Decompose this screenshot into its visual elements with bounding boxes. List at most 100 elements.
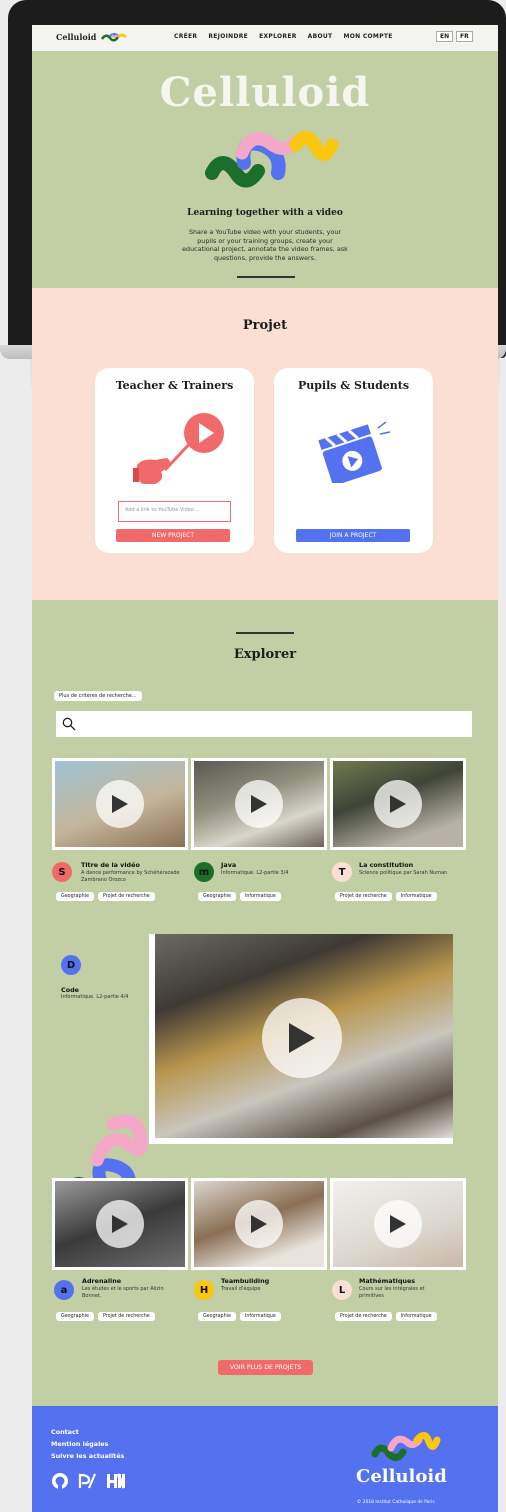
video-thumbnail-3[interactable] [330, 758, 466, 850]
nav-menu: CRÉER REJOINDRE EXPLORER ABOUT MON COMPT… [174, 33, 393, 40]
tag[interactable]: Geographie [198, 1312, 236, 1321]
see-more-projects-button[interactable]: VOIR PLUS DE PROJETS [218, 1360, 313, 1375]
play-button-1[interactable] [96, 780, 144, 828]
hacker-news-icon[interactable] [105, 1472, 125, 1490]
nav-item-about[interactable]: ABOUT [308, 33, 333, 40]
copyright: © 2018 Institut Catholique de Paris [357, 1500, 435, 1505]
hero-subtitle: Learning together with a video [187, 208, 343, 218]
projet-title: Projet [242, 318, 288, 333]
explorer-section: Explorer Plus de critères de recherche..… [32, 600, 498, 1406]
video-description: A dance performance by Schéhérazade Zamb… [81, 870, 180, 883]
explorer-title: Explorer [233, 647, 297, 662]
avatar: D [61, 955, 81, 975]
p2-icon[interactable] [77, 1472, 97, 1490]
avatar: m [194, 862, 214, 882]
footer: Contact Mention légales Suivre les actua… [32, 1406, 498, 1512]
tag[interactable]: Projet de recherche [97, 892, 155, 901]
pointer-hand-icon [133, 413, 224, 484]
logo-wave-icon [100, 33, 127, 42]
play-icon [390, 795, 406, 813]
tag[interactable]: Informatique [395, 892, 437, 901]
video-thumbnail-1[interactable] [52, 758, 188, 850]
teacher-card: Teacher & Trainers Add a link to YouTube… [95, 368, 254, 553]
avatar: T [332, 862, 352, 882]
video-description: Les études et le sports par Alizin Bonne… [82, 1286, 164, 1299]
featured-video-description: Informatique. L2-partie 4/4 [61, 994, 129, 1000]
footer-logo[interactable]: Celluloid [356, 1466, 447, 1487]
play-button-4[interactable] [96, 1200, 144, 1248]
tag-list: Geographie Informatique [198, 1312, 281, 1321]
video-description: Travail d'équipe [221, 1286, 261, 1292]
featured-play-button[interactable] [262, 998, 342, 1078]
video-description: Cours sur les intégrales et primitives [359, 1286, 425, 1299]
tag[interactable]: Geographie [56, 892, 94, 901]
video-thumbnail-4[interactable] [52, 1178, 188, 1270]
join-project-button[interactable]: JOIN A PROJECT [296, 529, 410, 542]
celluloid-wave-illustration [205, 131, 339, 188]
footer-wave-icon [371, 1432, 441, 1461]
video-thumbnail-5[interactable] [191, 1178, 327, 1270]
avatar: L [332, 1280, 352, 1300]
video-thumbnail-2[interactable] [191, 758, 327, 850]
projet-section: Projet Teacher & Trainers Add a link to … [32, 276, 498, 600]
footer-links: Contact Mention légales Suivre les actua… [51, 1426, 124, 1462]
github-icon[interactable] [51, 1472, 69, 1490]
play-button-2[interactable] [235, 780, 283, 828]
more-criteria-button[interactable]: Plus de critères de recherche... [54, 691, 142, 701]
projet-divider [237, 276, 295, 278]
tag-list: Geographie Informatique [198, 892, 281, 901]
featured-video-thumbnail[interactable] [149, 934, 453, 1144]
search-icon [62, 717, 76, 731]
nav-logo[interactable]: Celluloid [56, 32, 96, 42]
tag[interactable]: Projet de recherche [335, 892, 392, 901]
navbar: Celluloid CRÉER REJOINDRE EXPLORER ABOUT… [32, 25, 498, 51]
lang-en-button[interactable]: EN [436, 31, 454, 42]
tag-list: Geographie Projet de recherche [56, 892, 155, 901]
tag[interactable]: Projet de recherche [335, 1312, 392, 1321]
play-button-6[interactable] [374, 1200, 422, 1248]
video-title[interactable]: Mathématiques [359, 1277, 415, 1285]
tag-list: Projet de recherche Informatique [335, 1312, 437, 1321]
hero-section: Celluloid CRÉER REJOINDRE EXPLORER ABOUT… [32, 25, 498, 288]
video-title[interactable]: La constitution [359, 861, 413, 869]
tag-list: Projet de recherche Informatique [335, 892, 437, 901]
featured-video-title[interactable]: Code [61, 986, 79, 994]
play-button-3[interactable] [374, 780, 422, 828]
nav-item-explorer[interactable]: EXPLORER [259, 33, 297, 40]
teacher-card-title: Teacher & Trainers [115, 379, 234, 392]
new-project-button[interactable]: NEW PROJECT [116, 529, 230, 542]
tag[interactable]: Geographie [56, 1312, 94, 1321]
nav-item-creer[interactable]: CRÉER [174, 33, 197, 40]
video-title[interactable]: Teambuilding [221, 1277, 269, 1285]
search-bar[interactable] [56, 711, 472, 737]
youtube-link-input[interactable]: Add a link to YouTube Video... [118, 501, 231, 522]
footer-link-legal[interactable]: Mention légales [51, 1438, 124, 1450]
video-title[interactable]: Adrenaline [82, 1277, 121, 1285]
tag[interactable]: Informatique [239, 1312, 281, 1321]
footer-link-contact[interactable]: Contact [51, 1426, 124, 1438]
avatar: a [54, 1280, 74, 1300]
play-button-5[interactable] [235, 1200, 283, 1248]
tag[interactable]: Informatique [395, 1312, 437, 1321]
play-icon [251, 1215, 267, 1233]
explorer-divider [236, 632, 294, 634]
play-icon [112, 1215, 128, 1233]
play-icon [251, 795, 267, 813]
video-title[interactable]: Java [221, 861, 236, 869]
clapperboard-icon [318, 421, 391, 483]
tag[interactable]: Geographie [198, 892, 236, 901]
nav-item-mon-compte[interactable]: MON COMPTE [343, 33, 392, 40]
tag-list: Geographie Projet de recherche [56, 1312, 155, 1321]
footer-link-news[interactable]: Suivre les actualités [51, 1450, 124, 1462]
nav-item-rejoindre[interactable]: REJOINDRE [208, 33, 248, 40]
avatar: H [194, 1280, 214, 1300]
play-icon [390, 1215, 406, 1233]
tag[interactable]: Projet de recherche [97, 1312, 155, 1321]
avatar: S [52, 862, 72, 882]
video-title[interactable]: Titre de la vidéo [81, 861, 140, 869]
video-description: Informatique. L2-partie 3/4 [221, 870, 289, 876]
tag[interactable]: Informatique [239, 892, 281, 901]
footer-social-icons [51, 1472, 125, 1490]
video-thumbnail-6[interactable] [330, 1178, 466, 1270]
lang-fr-button[interactable]: FR [456, 31, 473, 42]
